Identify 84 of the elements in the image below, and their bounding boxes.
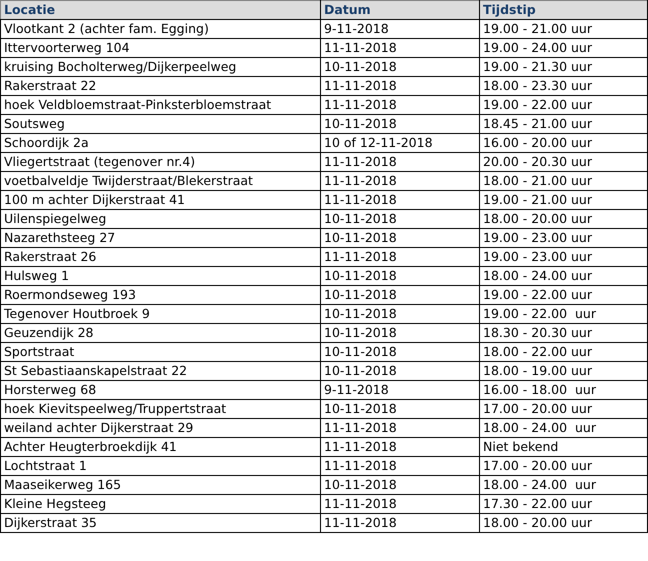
table-cell: Geuzendijk 28 <box>0 324 320 342</box>
table-cell: Uilenspiegelweg <box>0 210 320 228</box>
table-cell: 19.00 - 24.00 uur <box>480 38 648 58</box>
table-cell: 11-11-2018 <box>320 172 480 190</box>
table-cell: 17.30 - 22.00 uur <box>480 494 648 514</box>
table-cell: 16.00 - 18.00 uur <box>480 380 648 400</box>
table-cell: 11-11-2018 <box>320 38 480 58</box>
table-cell: 10-11-2018 <box>320 362 480 380</box>
table-cell: Schoordijk 2a <box>0 134 320 152</box>
table-cell: 10-11-2018 <box>320 400 480 418</box>
table-cell: 19.00 - 21.00 uur <box>480 190 648 210</box>
table-cell: 17.00 - 20.00 uur <box>480 456 648 476</box>
table-cell: 18.00 - 23.30 uur <box>480 76 648 96</box>
table-cell: 10-11-2018 <box>320 304 480 324</box>
table-cell: 19.00 - 23.00 uur <box>480 248 648 266</box>
table-cell: 11-11-2018 <box>320 494 480 514</box>
table-cell: 10-11-2018 <box>320 342 480 362</box>
table-cell: Maaseikerweg 165 <box>0 476 320 494</box>
table-cell: 11-11-2018 <box>320 152 480 172</box>
table-cell: 9-11-2018 <box>320 20 480 38</box>
table-cell: Dijkerstraat 35 <box>0 514 320 532</box>
table-cell: 10-11-2018 <box>320 210 480 228</box>
table-cell: Lochtstraat 1 <box>0 456 320 476</box>
table-cell: 18.30 - 20.30 uur <box>480 324 648 342</box>
table-cell: Horsterweg 68 <box>0 380 320 400</box>
table-cell: Achter Heugterbroekdijk 41 <box>0 438 320 456</box>
table-cell: 11-11-2018 <box>320 76 480 96</box>
table-cell: Sportstraat <box>0 342 320 362</box>
table-cell: 10-11-2018 <box>320 228 480 248</box>
table-cell: Tegenover Houtbroek 9 <box>0 304 320 324</box>
table-cell: 19.00 - 21.00 uur <box>480 20 648 38</box>
table-cell: 19.00 - 22.00 uur <box>480 304 648 324</box>
table-cell: 11-11-2018 <box>320 96 480 114</box>
table-cell: Nazarethsteeg 27 <box>0 228 320 248</box>
table-cell: Niet bekend <box>480 438 648 456</box>
table-cell: 18.00 - 21.00 uur <box>480 172 648 190</box>
table-cell: 18.00 - 19.00 uur <box>480 362 648 380</box>
table-cell: Vliegertstraat (tegenover nr.4) <box>0 152 320 172</box>
table-cell: 10-11-2018 <box>320 114 480 134</box>
table-cell: 11-11-2018 <box>320 456 480 476</box>
table-cell: 10-11-2018 <box>320 324 480 342</box>
table-cell: 11-11-2018 <box>320 438 480 456</box>
table-cell: 10-11-2018 <box>320 286 480 304</box>
table-cell: 19.00 - 22.00 uur <box>480 96 648 114</box>
table-cell: kruising Bocholterweg/Dijkerpeelweg <box>0 58 320 76</box>
table-cell: 11-11-2018 <box>320 418 480 438</box>
table-cell: 16.00 - 20.00 uur <box>480 134 648 152</box>
table-cell: Soutsweg <box>0 114 320 134</box>
table-cell: Rakerstraat 22 <box>0 76 320 96</box>
table-cell: 18.00 - 24.00 uur <box>480 476 648 494</box>
table-cell: hoek Kievitspeelweg/Truppertstraat <box>0 400 320 418</box>
table-cell: 18.00 - 24.00 uur <box>480 266 648 286</box>
table-cell: 10-11-2018 <box>320 476 480 494</box>
table-cell: 19.00 - 21.30 uur <box>480 58 648 76</box>
column-header: Tijdstip <box>480 0 648 20</box>
table-cell: weiland achter Dijkerstraat 29 <box>0 418 320 438</box>
table-cell: 19.00 - 23.00 uur <box>480 228 648 248</box>
table-cell: hoek Veldbloemstraat-Pinksterbloemstraat <box>0 96 320 114</box>
table-cell: Rakerstraat 26 <box>0 248 320 266</box>
table-cell: 10-11-2018 <box>320 58 480 76</box>
table-cell: 18.45 - 21.00 uur <box>480 114 648 134</box>
table-cell: 18.00 - 20.00 uur <box>480 514 648 532</box>
table-cell: 10 of 12-11-2018 <box>320 134 480 152</box>
table-cell: 10-11-2018 <box>320 266 480 286</box>
column-header: Datum <box>320 0 480 20</box>
table-cell: Kleine Hegsteeg <box>0 494 320 514</box>
table-cell: 11-11-2018 <box>320 248 480 266</box>
table-cell: Hulsweg 1 <box>0 266 320 286</box>
table-cell: St Sebastiaanskapelstraat 22 <box>0 362 320 380</box>
table-cell: 20.00 - 20.30 uur <box>480 152 648 172</box>
table-cell: 11-11-2018 <box>320 190 480 210</box>
table-cell: Ittervoorterweg 104 <box>0 38 320 58</box>
table-cell: 100 m achter Dijkerstraat 41 <box>0 190 320 210</box>
table-cell: 19.00 - 22.00 uur <box>480 286 648 304</box>
table-cell: 18.00 - 24.00 uur <box>480 418 648 438</box>
column-header: Locatie <box>0 0 320 20</box>
table-cell: 18.00 - 22.00 uur <box>480 342 648 362</box>
table-cell: voetbalveldje Twijderstraat/Blekerstraat <box>0 172 320 190</box>
table-cell: 11-11-2018 <box>320 514 480 532</box>
table-cell: 17.00 - 20.00 uur <box>480 400 648 418</box>
table-cell: Roermondseweg 193 <box>0 286 320 304</box>
table-cell: Vlootkant 2 (achter fam. Egging) <box>0 20 320 38</box>
table-cell: 18.00 - 20.00 uur <box>480 210 648 228</box>
table-cell: 9-11-2018 <box>320 380 480 400</box>
